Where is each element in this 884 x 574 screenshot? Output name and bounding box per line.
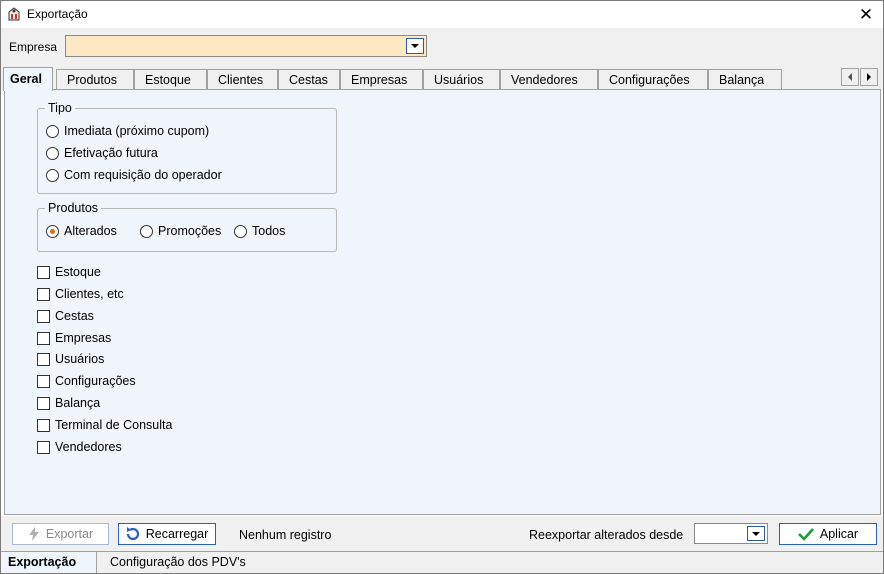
- chevron-right-icon: [867, 73, 871, 81]
- checkbox-cestas[interactable]: [37, 309, 50, 323]
- tipo-group-title: Tipo: [45, 101, 75, 115]
- check-cestas[interactable]: Cestas: [37, 309, 94, 323]
- title-bar: Exportação ✕: [1, 1, 883, 28]
- empresa-label: Empresa: [9, 40, 58, 54]
- tab-exportacao[interactable]: Exportação: [1, 552, 97, 573]
- radio-efetivacao-futura[interactable]: [46, 146, 59, 160]
- produtos-option-alterados[interactable]: Alterados: [46, 224, 117, 238]
- recarregar-button[interactable]: Recarregar: [118, 523, 216, 545]
- checkbox-empresas[interactable]: [37, 331, 50, 345]
- tab-geral[interactable]: Geral: [3, 67, 53, 91]
- tab-clientes[interactable]: Clientes: [207, 69, 278, 90]
- checkbox-terminal-consulta[interactable]: [37, 418, 50, 432]
- check-balanca[interactable]: Balança: [37, 396, 100, 410]
- check-empresas[interactable]: Empresas: [37, 331, 111, 345]
- tab-configuracao-pdvs[interactable]: Configuração dos PDV's: [110, 552, 246, 573]
- close-button[interactable]: ✕: [849, 1, 883, 28]
- checkbox-usuarios[interactable]: [37, 352, 50, 366]
- tab-usuarios[interactable]: Usuários: [423, 69, 500, 90]
- tab-bar: Geral Produtos Estoque Clientes Cestas E…: [1, 67, 883, 91]
- checkbox-estoque[interactable]: [37, 265, 50, 279]
- chevron-down-icon: [752, 531, 760, 536]
- tab-scroll-right-button[interactable]: [860, 68, 878, 86]
- radio-com-requisicao[interactable]: [46, 168, 59, 182]
- produtos-group-title: Produtos: [45, 201, 102, 215]
- empresa-row: Empresa: [1, 28, 883, 67]
- tipo-option-efetivacao-futura[interactable]: Efetivação futura: [46, 146, 158, 160]
- produtos-option-promocoes[interactable]: Promoções: [140, 224, 221, 238]
- produtos-option-todos[interactable]: Todos: [234, 224, 285, 238]
- tipo-option-imediata[interactable]: Imediata (próximo cupom): [46, 124, 209, 138]
- radio-promocoes[interactable]: [140, 224, 153, 238]
- app-logo-icon: [8, 7, 20, 21]
- tab-cestas[interactable]: Cestas: [278, 69, 340, 90]
- checkbox-balanca[interactable]: [37, 396, 50, 410]
- check-estoque[interactable]: Estoque: [37, 265, 101, 279]
- tab-vendedores[interactable]: Vendedores: [500, 69, 598, 90]
- aplicar-button[interactable]: Aplicar: [779, 523, 877, 545]
- export-window: Exportação ✕ Empresa Geral Produtos Esto…: [0, 0, 884, 574]
- reexportar-date-field[interactable]: [694, 523, 768, 544]
- checkbox-vendedores[interactable]: [37, 440, 50, 454]
- tab-empresas[interactable]: Empresas: [340, 69, 423, 90]
- chevron-left-icon: [848, 73, 852, 81]
- empresa-combobox[interactable]: [65, 35, 427, 57]
- checkbox-clientes[interactable]: [37, 287, 50, 301]
- bottom-tab-bar: Exportação Configuração dos PDV's: [1, 551, 883, 573]
- empresa-dropdown-button[interactable]: [406, 38, 424, 54]
- check-usuarios[interactable]: Usuários: [37, 352, 104, 366]
- produtos-groupbox: Produtos Alterados Promoções Todos: [37, 201, 337, 252]
- tab-configuracoes[interactable]: Configurações: [598, 69, 708, 90]
- tab-produtos[interactable]: Produtos: [56, 69, 134, 90]
- check-vendedores[interactable]: Vendedores: [37, 440, 122, 454]
- geral-panel: Tipo Imediata (próximo cupom) Efetivação…: [4, 89, 881, 515]
- radio-alterados[interactable]: [46, 224, 59, 238]
- tab-balanca[interactable]: Balança: [708, 69, 782, 90]
- check-clientes[interactable]: Clientes, etc: [37, 287, 124, 301]
- tab-estoque[interactable]: Estoque: [134, 69, 207, 90]
- radio-todos[interactable]: [234, 224, 247, 238]
- lightning-icon: [28, 527, 39, 541]
- close-icon: ✕: [858, 4, 874, 24]
- tipo-groupbox: Tipo Imediata (próximo cupom) Efetivação…: [37, 101, 337, 194]
- reexportar-label: Reexportar alterados desde: [529, 528, 684, 542]
- window-title: Exportação: [27, 7, 88, 21]
- checkmark-icon: [797, 528, 814, 541]
- tab-scroll-left-button[interactable]: [841, 68, 859, 86]
- check-terminal-consulta[interactable]: Terminal de Consulta: [37, 418, 172, 432]
- action-bar: Exportar Recarregar Nenhum registro Reex…: [1, 516, 883, 551]
- status-text: Nenhum registro: [239, 528, 332, 542]
- tipo-option-com-requisicao[interactable]: Com requisição do operador: [46, 168, 222, 182]
- exportar-button[interactable]: Exportar: [12, 523, 109, 545]
- chevron-down-icon: [411, 44, 419, 48]
- checkbox-configuracoes[interactable]: [37, 374, 50, 388]
- check-configuracoes[interactable]: Configurações: [37, 374, 136, 388]
- date-dropdown-button[interactable]: [747, 526, 765, 541]
- reload-icon: [126, 527, 139, 541]
- radio-imediata[interactable]: [46, 124, 59, 138]
